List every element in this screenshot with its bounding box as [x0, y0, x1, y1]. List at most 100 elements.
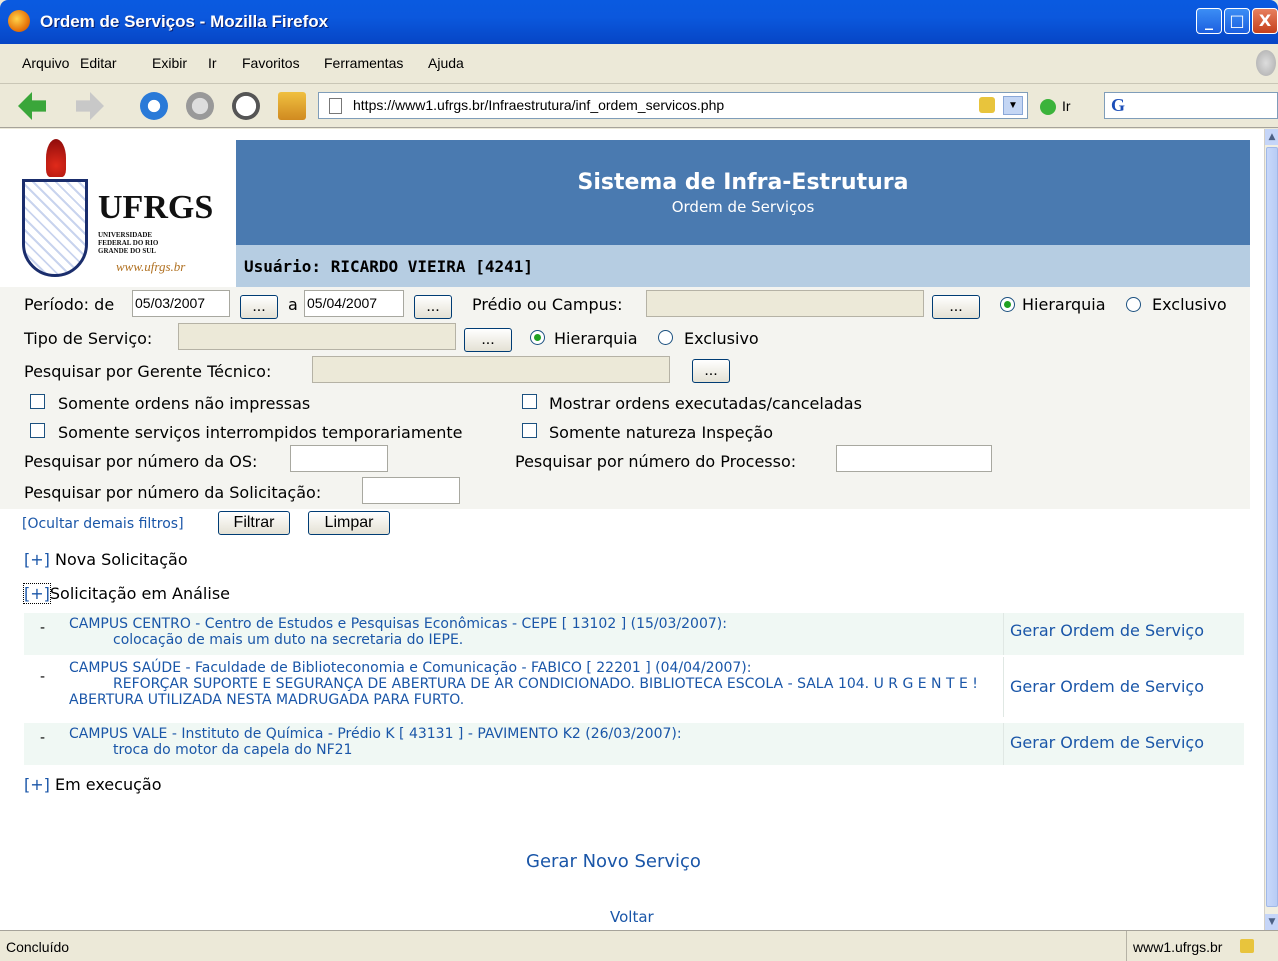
gerar-ordem-link[interactable]: Gerar Ordem de Serviço — [1003, 613, 1204, 655]
page-subtitle: Ordem de Serviços — [671, 198, 815, 216]
limpar-button[interactable]: Limpar — [308, 511, 390, 535]
periodo-from-picker-button[interactable]: ... — [240, 295, 278, 319]
row-dash: - — [40, 620, 46, 636]
a-label: a — [288, 295, 298, 314]
tipo-input[interactable] — [178, 323, 456, 350]
filtrar-button[interactable]: Filtrar — [218, 511, 290, 535]
chk-executadas[interactable] — [522, 394, 537, 409]
vertical-scrollbar[interactable]: ▲ ▼ — [1264, 129, 1278, 930]
reload-icon[interactable] — [140, 92, 168, 120]
voltar-link[interactable]: Voltar — [610, 908, 654, 926]
chevron-down-icon[interactable]: ▼ — [1003, 96, 1023, 115]
tipo-hierarquia-radio[interactable] — [530, 330, 545, 345]
throbber-icon — [1256, 50, 1276, 76]
periodo-from-input[interactable]: 05/03/2007 — [132, 290, 230, 317]
forward-arrow-icon[interactable] — [76, 92, 104, 120]
ocultar-filtros-link[interactable]: [Ocultar demais filtros] — [22, 516, 184, 532]
request-title: CAMPUS CENTRO - Centro de Estudos e Pesq… — [69, 616, 727, 632]
predio-input[interactable] — [646, 290, 924, 317]
request-description: REFORÇAR SUPORTE E SEGURANÇA DE ABERTURA… — [69, 676, 978, 708]
menu-bar: Arquivo Editar Exibir Ir Favoritos Ferra… — [0, 44, 1278, 84]
tipo-exclusivo-label: Exclusivo — [684, 329, 759, 348]
gerar-ordem-link[interactable]: Gerar Ordem de Serviço — [1003, 723, 1204, 765]
go-button[interactable]: Ir — [1040, 98, 1071, 116]
chk-inspecao[interactable] — [522, 423, 537, 438]
logo-name: UFRGS — [98, 189, 214, 226]
nova-toggle[interactable]: [+] — [24, 550, 50, 569]
os-input[interactable] — [290, 445, 388, 472]
solicitacao-input[interactable] — [362, 477, 460, 504]
search-box[interactable]: G — [1104, 92, 1278, 119]
maximize-button[interactable]: □ — [1224, 8, 1250, 34]
periodo-to-input[interactable]: 05/04/2007 — [304, 290, 404, 317]
solicitacao-label: Pesquisar por número da Solicitação: — [24, 483, 322, 502]
analise-toggle[interactable]: [+] — [23, 583, 51, 604]
gerente-picker-button[interactable]: ... — [692, 359, 730, 383]
processo-input[interactable] — [836, 445, 992, 472]
predio-label: Prédio ou Campus: — [472, 295, 623, 314]
predio-hierarquia-label: Hierarquia — [1022, 295, 1106, 314]
tipo-hierarquia-label: Hierarquia — [554, 329, 638, 348]
menu-arquivo[interactable]: Arquivo — [22, 55, 69, 71]
row-dash: - — [40, 730, 46, 746]
predio-hierarquia-radio[interactable] — [1000, 297, 1015, 312]
scroll-up-icon[interactable]: ▲ — [1265, 129, 1278, 145]
chk-nao-impressas[interactable] — [30, 394, 45, 409]
row-dash: - — [40, 669, 46, 685]
chk-inspecao-label: Somente natureza Inspeção — [549, 423, 774, 442]
url-text: https://www1.ufrgs.br/Infraestrutura/inf… — [353, 97, 725, 113]
menu-favoritos[interactable]: Favoritos — [242, 55, 300, 71]
gerar-novo-servico-link[interactable]: Gerar Novo Serviço — [526, 851, 701, 872]
tipo-picker-button[interactable]: ... — [464, 328, 512, 352]
menu-ajuda[interactable]: Ajuda — [428, 55, 464, 71]
execucao-label: Em execução — [54, 775, 162, 794]
processo-label: Pesquisar por número do Processo: — [515, 452, 797, 471]
analise-section[interactable]: [+]Solicitação em Análise — [23, 583, 230, 604]
firefox-icon — [8, 10, 30, 32]
chk-nao-impressas-label: Somente ordens não impressas — [58, 394, 311, 413]
header-banner: Sistema de Infra-Estrutura Ordem de Serv… — [236, 140, 1250, 245]
chk-interrompidos-label: Somente serviços interrompidos temporari… — [58, 423, 463, 442]
execucao-section[interactable]: [+] Em execução — [24, 775, 161, 794]
home-icon[interactable] — [278, 92, 306, 120]
status-bar: Concluído www1.ufrgs.br — [0, 930, 1278, 961]
request-row: - CAMPUS CENTRO - Centro de Estudos e Pe… — [24, 613, 1244, 655]
user-bar: Usuário: RICARDO VIEIRA [4241] — [236, 245, 1250, 287]
predio-picker-button[interactable]: ... — [932, 295, 980, 319]
chk-executadas-label: Mostrar ordens executadas/canceladas — [549, 394, 862, 413]
menu-editar[interactable]: Editar — [80, 55, 117, 71]
scroll-down-icon[interactable]: ▼ — [1265, 914, 1278, 930]
shield-icon — [22, 179, 88, 277]
predio-exclusivo-radio[interactable] — [1126, 297, 1141, 312]
tipo-exclusivo-radio[interactable] — [658, 330, 673, 345]
execucao-toggle[interactable]: [+] — [24, 775, 50, 794]
status-lock-icon[interactable] — [1240, 939, 1254, 953]
flame-icon — [46, 139, 66, 177]
request-row: - CAMPUS SAÚDE - Faculdade de Biblioteco… — [24, 657, 1244, 717]
tipo-label: Tipo de Serviço: — [24, 329, 153, 348]
go-icon — [1040, 99, 1056, 116]
address-bar[interactable]: https://www1.ufrgs.br/Infraestrutura/inf… — [318, 92, 1028, 119]
ufrgs-logo: UFRGS UNIVERSIDADE FEDERAL DO RIO GRANDE… — [18, 139, 236, 289]
gerente-input[interactable] — [312, 356, 670, 383]
request-description: troca do motor da capela do NF21 — [113, 742, 353, 758]
history-clock-icon[interactable] — [232, 92, 260, 120]
menu-ir[interactable]: Ir — [208, 55, 217, 71]
page-title: Sistema de Infra-Estrutura — [577, 170, 909, 195]
stop-icon[interactable] — [186, 92, 214, 120]
window-title: Ordem de Serviços - Mozilla Firefox — [40, 12, 329, 31]
chk-interrompidos[interactable] — [30, 423, 45, 438]
minimize-button[interactable]: _ — [1196, 8, 1222, 34]
periodo-to-picker-button[interactable]: ... — [414, 295, 452, 319]
scroll-thumb[interactable] — [1266, 147, 1278, 907]
request-row: - CAMPUS VALE - Instituto de Química - P… — [24, 723, 1244, 765]
menu-ferramentas[interactable]: Ferramentas — [324, 55, 403, 71]
page-content: UFRGS UNIVERSIDADE FEDERAL DO RIO GRANDE… — [0, 129, 1264, 930]
menu-exibir[interactable]: Exibir — [152, 55, 187, 71]
gerar-ordem-link[interactable]: Gerar Ordem de Serviço — [1003, 657, 1204, 717]
window-title-bar[interactable]: Ordem de Serviços - Mozilla Firefox _ □ … — [0, 0, 1278, 44]
filters-panel: Período: de 05/03/2007 ... a 05/04/2007 … — [0, 287, 1250, 509]
back-arrow-icon[interactable] — [18, 92, 46, 120]
nova-solicitacao-section[interactable]: [+] Nova Solicitação — [24, 550, 188, 569]
close-button[interactable]: X — [1252, 8, 1278, 34]
